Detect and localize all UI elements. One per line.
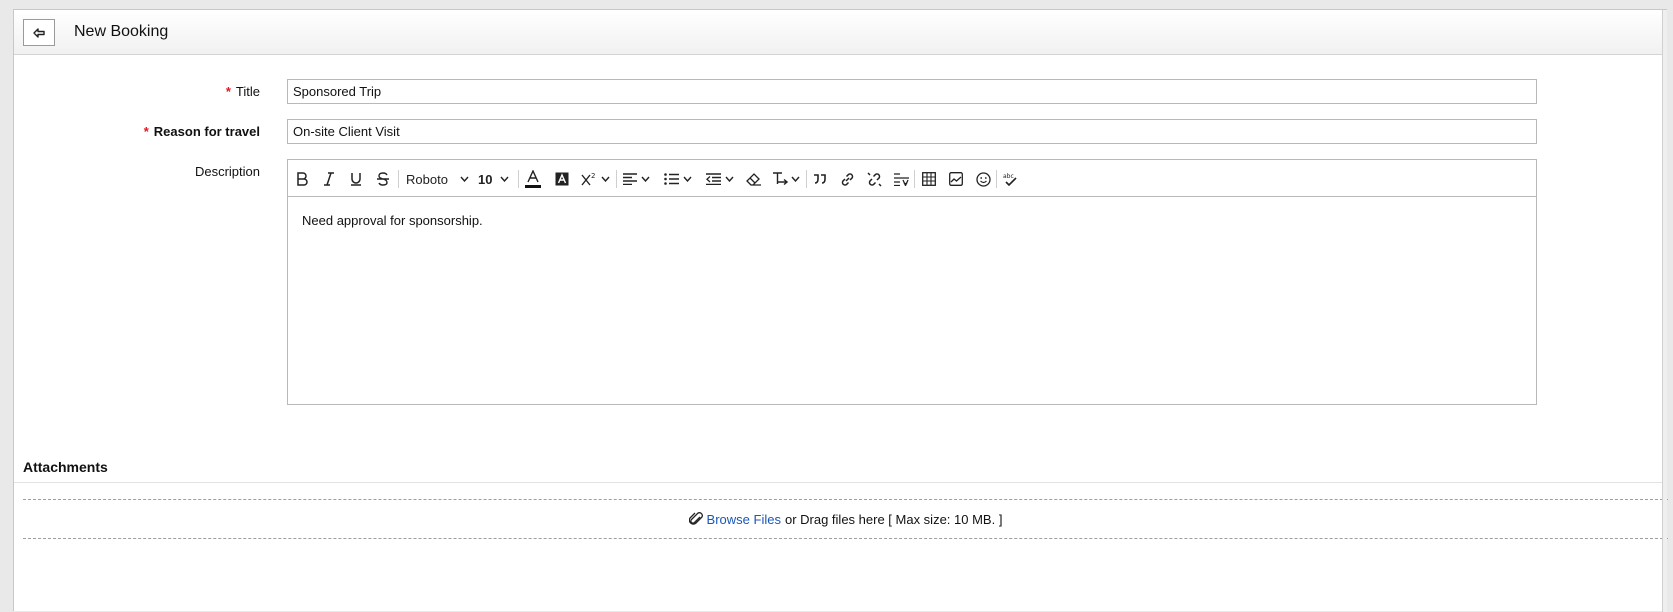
text-direction-button[interactable]	[772, 169, 802, 189]
strikethrough-button[interactable]	[375, 169, 391, 189]
line-height-button[interactable]	[892, 169, 910, 189]
back-arrow-icon	[33, 27, 45, 38]
italic-button[interactable]	[321, 169, 337, 189]
clear-format-button[interactable]	[744, 169, 762, 189]
outdent-icon	[706, 173, 721, 185]
description-editor: Roboto 10 2 abc Need approval for sponso…	[287, 159, 1537, 405]
background-color-icon	[555, 172, 569, 186]
drag-hint: or Drag files here [ Max size: 10 MB. ]	[784, 511, 1003, 527]
description-label: Description	[194, 164, 260, 179]
editor-content[interactable]: Need approval for sponsorship.	[302, 213, 483, 228]
title-label: Title	[235, 84, 260, 99]
spellcheck-button[interactable]: abc	[1001, 169, 1019, 189]
underline-button[interactable]	[348, 169, 364, 189]
line-height-icon	[893, 172, 909, 186]
bullet-list-icon	[664, 173, 679, 185]
font-size-select[interactable]: 10	[478, 169, 514, 189]
image-button[interactable]	[947, 169, 965, 189]
superscript-icon: 2	[581, 172, 595, 186]
chevron-down-icon	[725, 176, 734, 182]
browse-files-link[interactable]: Browse Files	[707, 512, 781, 527]
font-size-value: 10	[478, 171, 493, 187]
booking-form-panel: New Booking * Title * Reason for travel De…	[13, 9, 1668, 612]
table-icon	[922, 172, 936, 186]
chevron-down-icon	[460, 176, 469, 182]
scrollbar[interactable]	[1662, 10, 1667, 612]
bold-button[interactable]	[294, 169, 310, 189]
required-mark: *	[225, 84, 231, 99]
link-icon	[841, 172, 853, 186]
unlink-icon	[866, 171, 882, 187]
editor-toolbar: Roboto 10 2 abc	[288, 160, 1536, 197]
font-family-select[interactable]: Roboto	[406, 169, 470, 189]
divider	[14, 482, 1667, 483]
chevron-down-icon	[500, 176, 509, 182]
required-mark: *	[143, 124, 149, 139]
italic-icon	[324, 172, 334, 186]
superscript-button[interactable]: 2	[581, 169, 611, 189]
strikethrough-icon	[377, 172, 389, 186]
link-button[interactable]	[838, 169, 856, 189]
file-dropzone[interactable]: Browse Files or Drag files here [ Max si…	[23, 499, 1668, 539]
paperclip-icon	[688, 512, 703, 525]
reason-input[interactable]	[287, 119, 1537, 144]
chevron-down-icon	[641, 176, 650, 182]
back-button[interactable]	[23, 19, 55, 46]
emoji-button[interactable]	[974, 169, 992, 189]
font-family-value: Roboto	[406, 171, 448, 187]
list-button[interactable]	[664, 169, 694, 189]
table-button[interactable]	[920, 169, 938, 189]
eraser-icon	[745, 172, 761, 186]
svg-text:2: 2	[591, 172, 595, 180]
svg-text:abc: abc	[1003, 173, 1014, 180]
bold-icon	[297, 172, 308, 186]
attachments-heading: Attachments	[23, 459, 108, 475]
text-color-icon	[525, 170, 541, 188]
quote-button[interactable]	[811, 169, 829, 189]
background-color-button[interactable]	[553, 169, 571, 189]
align-button[interactable]	[623, 169, 653, 189]
text-color-button[interactable]	[524, 169, 542, 189]
page-header: New Booking	[14, 10, 1667, 55]
image-icon	[949, 172, 963, 186]
underline-icon	[351, 173, 361, 186]
page-title: New Booking	[74, 23, 169, 40]
spellcheck-icon: abc	[1003, 173, 1017, 186]
chevron-down-icon	[683, 176, 692, 182]
emoji-icon	[975, 171, 991, 187]
reason-label-wrap: * Reason for travel	[0, 124, 260, 139]
align-left-icon	[623, 173, 637, 185]
text-direction-icon	[773, 172, 788, 186]
quote-icon	[814, 174, 826, 184]
reason-label: Reason for travel	[153, 124, 260, 139]
title-label-wrap: * Title	[0, 84, 260, 99]
title-input[interactable]	[287, 79, 1537, 104]
chevron-down-icon	[601, 176, 610, 182]
indent-button[interactable]	[706, 169, 736, 189]
chevron-down-icon	[791, 176, 800, 182]
unlink-button[interactable]	[865, 169, 883, 189]
